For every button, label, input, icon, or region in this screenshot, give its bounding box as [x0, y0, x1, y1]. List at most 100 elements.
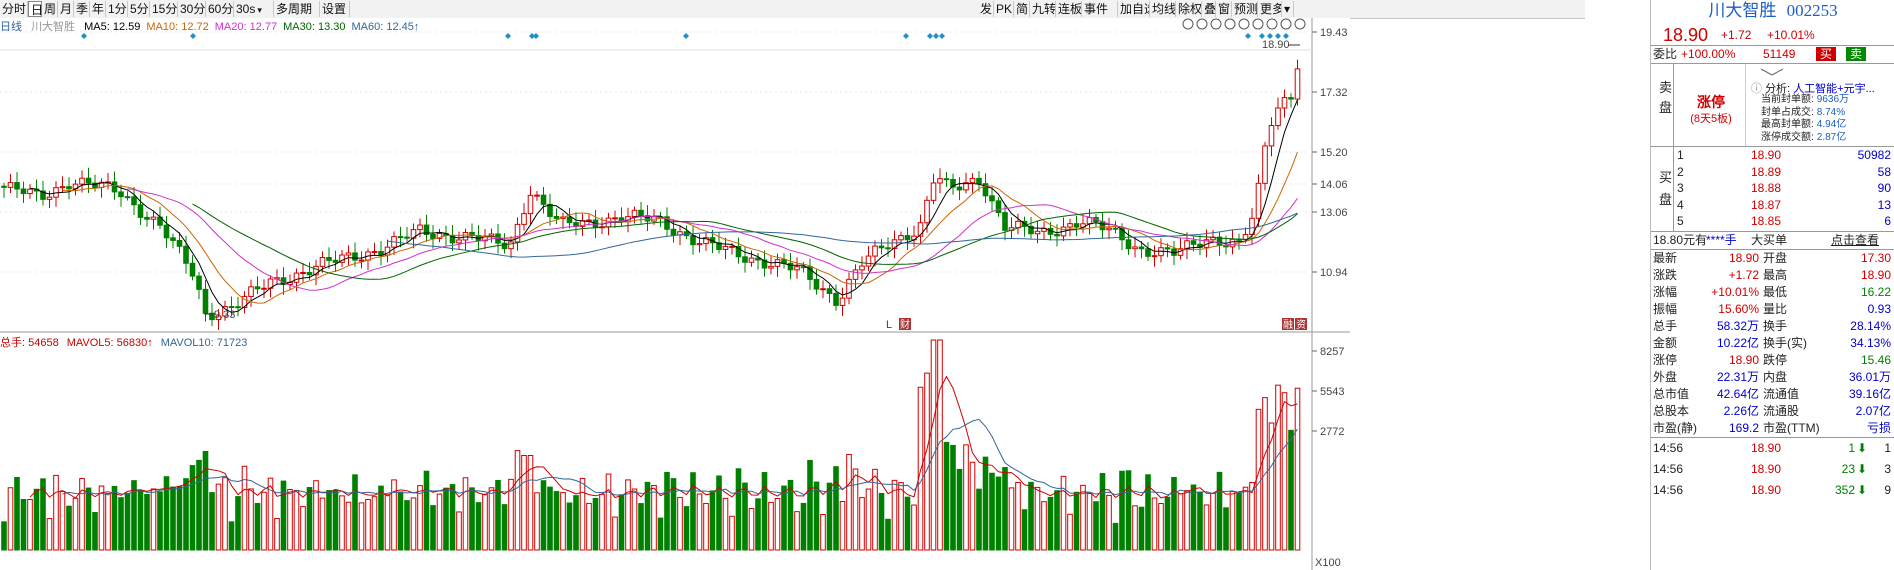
volume-bar	[358, 502, 365, 551]
volume-bar	[475, 502, 482, 551]
bid-level: 5	[1677, 214, 1684, 229]
seal-label: 最高封单额:	[1761, 119, 1814, 130]
big-order-link[interactable]: 点击查看	[1831, 232, 1879, 249]
period-tab-9[interactable]: 30分	[178, 1, 206, 17]
l-marker[interactable]: L	[886, 319, 892, 331]
bid-row[interactable]: 4 18.87 13	[1651, 197, 1894, 214]
bid-row[interactable]: 2 18.89 58	[1651, 164, 1894, 181]
price-change-pct: +10.01%	[1767, 28, 1815, 42]
volume-bar	[547, 486, 553, 551]
big-order-label: 大买单	[1751, 233, 1788, 247]
volume-bar	[462, 477, 469, 551]
period-tab-10[interactable]: 60分	[206, 1, 234, 17]
seal-row: 涨停成交额: 2.87亿	[1761, 132, 1849, 145]
price-tick-3: 14.06	[1320, 179, 1348, 191]
stat-value: 0.93	[1867, 302, 1891, 316]
volume-bar	[787, 479, 794, 551]
volume-bar	[1054, 490, 1060, 551]
volume-bar	[735, 468, 742, 551]
bid-price: 18.85	[1751, 214, 1782, 229]
price-tick-2: 15.20	[1320, 147, 1348, 159]
volume-bar	[839, 501, 846, 551]
price-tick-4: 13.06	[1320, 207, 1348, 219]
period-tab-1[interactable]: 日	[28, 1, 42, 17]
tool-button-12[interactable]: 更多	[1258, 1, 1282, 17]
period-tab-5[interactable]: 年	[90, 1, 106, 17]
stat-value: 2.07亿	[1855, 404, 1891, 418]
stat-row: 总股本 2.26亿 流通股 2.07亿	[1651, 403, 1894, 420]
volume-bar	[833, 466, 839, 551]
stat-value: 28.14%	[1850, 319, 1891, 333]
seal-label: 涨停成交额:	[1761, 131, 1814, 143]
period-tab-11[interactable]: 30s	[234, 1, 274, 17]
bid-row[interactable]: 1 18.90 50982	[1651, 147, 1894, 164]
volume-bar	[774, 497, 781, 551]
stat-label: 内盘	[1763, 370, 1788, 384]
ma-value-3: MA30: 13.30	[283, 21, 346, 33]
volume-bar	[456, 511, 462, 551]
volume-bar	[976, 488, 982, 551]
tool-button-11[interactable]: 预测	[1232, 1, 1258, 17]
volume-bar	[722, 497, 729, 551]
down-arrow-icon: ⬇	[1856, 462, 1867, 476]
tick-price: 18.90	[1751, 462, 1782, 476]
volume-bar	[1067, 513, 1073, 551]
tool-button-8[interactable]: 除权	[1176, 1, 1202, 17]
stat-label: 金额	[1653, 336, 1678, 350]
kline-chart[interactable]: 19.43 17.32 15.20 14.06 13.06 10.94 8257 5543 27…	[0, 18, 1350, 570]
more-dropdown-icon[interactable]: ▾	[1282, 1, 1294, 17]
tool-button-10[interactable]: 窗	[1216, 1, 1232, 17]
period-tab-4[interactable]: 季	[74, 1, 90, 17]
stat-value: 36.01万	[1848, 370, 1891, 384]
volume-bar	[1223, 507, 1229, 551]
collapse-chevron-icon[interactable]	[1757, 66, 1787, 76]
volume-legend: 总手: 54658 MAVOL5: 56830↑ MAVOL10: 71723	[0, 336, 255, 350]
bid-row[interactable]: 5 18.85 6	[1651, 213, 1894, 230]
volume-bar	[1086, 493, 1093, 551]
volume-bar	[911, 504, 917, 551]
period-tab-2[interactable]: 周	[42, 1, 58, 17]
stat-label: 换手	[1763, 319, 1788, 333]
price-tick-1: 17.32	[1320, 87, 1348, 99]
period-tab-13[interactable]: 设置	[320, 1, 350, 17]
tool-button-2[interactable]: 简	[1014, 1, 1030, 17]
bid-volume: 90	[1877, 181, 1891, 196]
tool-button-7[interactable]: 均线	[1150, 1, 1176, 17]
tool-button-3[interactable]: 九转	[1030, 1, 1056, 17]
tool-button-1[interactable]: PK	[994, 1, 1014, 17]
volume-bar	[865, 488, 872, 551]
volume-bar	[553, 491, 560, 551]
volume-bar	[1034, 486, 1041, 551]
stat-label: 总股本	[1653, 404, 1690, 418]
volume-bar	[800, 502, 807, 551]
volume-bar	[183, 478, 189, 551]
buy-button[interactable]: 买	[1816, 47, 1836, 61]
volume-bar	[566, 502, 573, 551]
big-order-count: ****手	[1706, 233, 1737, 247]
volume-bar	[729, 515, 735, 551]
period-tab-7[interactable]: 5分	[128, 1, 150, 17]
period-tab-0[interactable]: 分时	[0, 1, 28, 17]
volume-bar	[1177, 493, 1184, 551]
sell-button[interactable]: 卖	[1846, 47, 1866, 61]
volume-bar	[228, 521, 235, 551]
volume-bar	[1132, 505, 1138, 551]
volume-bar	[651, 484, 657, 551]
period-tab-3[interactable]: 月	[58, 1, 74, 17]
tool-button-0[interactable]: 发	[978, 1, 994, 17]
tool-button-9[interactable]: 叠	[1202, 1, 1216, 17]
volume-bar	[683, 506, 690, 551]
volume-bar	[885, 518, 891, 551]
volume-bar	[306, 487, 313, 551]
stat-row: 金额 10.22亿 换手(实) 34.13%	[1651, 335, 1894, 352]
tool-button-5[interactable]: 事件	[1082, 1, 1118, 17]
price-line: 18.90 +1.72 +10.01%	[1651, 25, 1894, 45]
period-tab-6[interactable]: 1分	[106, 1, 128, 17]
tool-button-4[interactable]: 连板	[1056, 1, 1082, 17]
volume-bar	[956, 468, 963, 551]
period-tab-12[interactable]: 多周期	[274, 1, 320, 17]
tool-button-6[interactable]: 加自选	[1118, 1, 1150, 17]
bid-row[interactable]: 3 18.88 90	[1651, 180, 1894, 197]
period-tab-8[interactable]: 15分	[150, 1, 178, 17]
volume-bar	[46, 518, 53, 551]
